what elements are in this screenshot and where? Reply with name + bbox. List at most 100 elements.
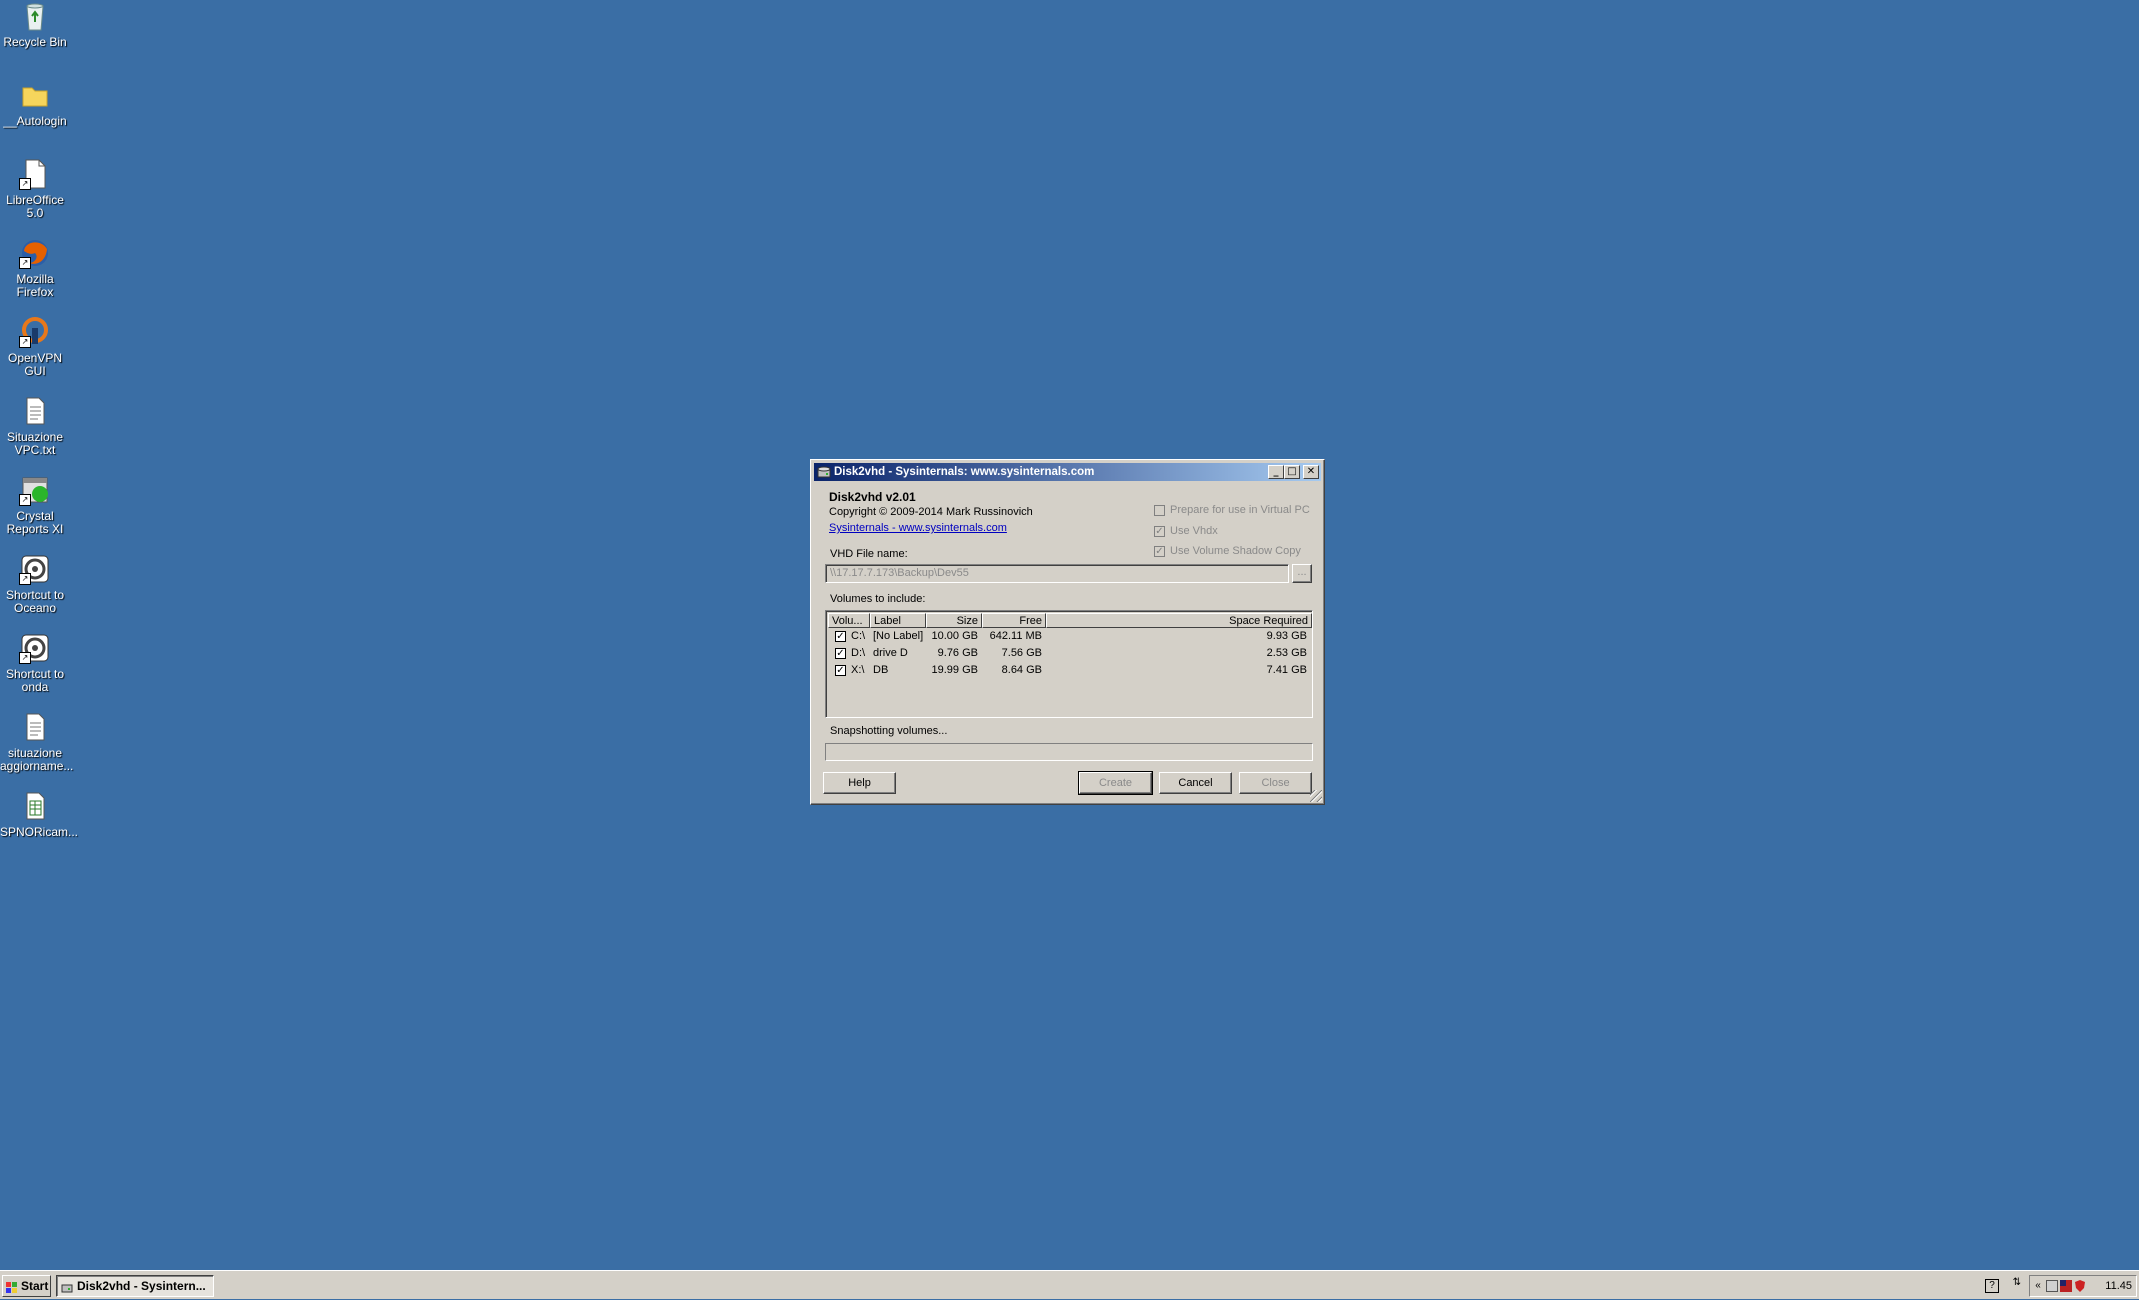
volumes-label: Volumes to include:	[830, 593, 926, 605]
desktop-icon-label: Recycle Bin	[3, 35, 67, 49]
document-icon: ↗	[19, 158, 51, 190]
disk-shortcut-icon: ↗	[19, 553, 51, 585]
system-tray: « 11.45	[2029, 1275, 2137, 1297]
column-header-label[interactable]: Label	[870, 613, 926, 628]
desktop-icon-crystal-reports[interactable]: ↗ Crystal Reports XI	[0, 474, 70, 536]
clock[interactable]: 11.45	[2105, 1276, 2132, 1296]
window-title: Disk2vhd - Sysinternals: www.sysinternal…	[834, 466, 1095, 478]
column-header-free[interactable]: Free	[982, 613, 1046, 628]
column-header-size[interactable]: Size	[926, 613, 982, 628]
shield-icon[interactable]	[2074, 1280, 2086, 1292]
progress-bar	[825, 743, 1313, 761]
maximize-button[interactable]: □	[1284, 465, 1300, 479]
spreadsheet-icon	[19, 790, 51, 822]
use-vss-label: Use Volume Shadow Copy	[1170, 545, 1301, 557]
volume-checkbox[interactable]: ✓	[835, 665, 846, 676]
desktop-icon-onda[interactable]: ↗ Shortcut to onda	[0, 632, 70, 694]
help-button[interactable]: Help	[823, 772, 896, 794]
start-button[interactable]: Start	[2, 1275, 51, 1297]
resize-grip[interactable]	[1310, 790, 1322, 802]
shortcut-arrow-icon: ↗	[19, 178, 31, 190]
text-file-icon	[19, 711, 51, 743]
desktop-icon-label: Shortcut to Oceano	[5, 588, 65, 615]
volume-cell: D:\	[851, 647, 866, 659]
close-button[interactable]: Close	[1239, 772, 1312, 794]
taskbar: Start Disk2vhd - Sysintern... ? ⇅ « 11.4…	[0, 1270, 2139, 1299]
volume-row[interactable]: ✓ D:\ drive D 9.76 GB 7.56 GB 2.53 GB	[828, 645, 1308, 662]
taskbar-item-label: Disk2vhd - Sysintern...	[77, 1279, 206, 1293]
desktop-icon-situazione-aggiornamento[interactable]: situazione aggiorname...	[0, 711, 74, 773]
volume-row[interactable]: ✓ C:\ [No Label] 10.00 GB 642.11 MB 9.93…	[828, 628, 1308, 645]
free-cell: 8.64 GB	[1001, 664, 1042, 676]
space-required-cell: 7.41 GB	[1266, 664, 1307, 676]
desktop-icon-label: Shortcut to onda	[5, 667, 65, 694]
use-vss-checkbox[interactable]: ✓	[1154, 546, 1165, 557]
label-cell: DB	[873, 664, 889, 676]
cancel-button[interactable]: Cancel	[1159, 772, 1232, 794]
desktop-icon-label: Situazione VPC.txt	[6, 430, 64, 457]
close-window-button[interactable]: ✕	[1303, 465, 1319, 479]
volumes-list-header: Volu... Label Size Free Space Required	[828, 613, 1312, 628]
network-icon[interactable]: ⇅	[2013, 1277, 2021, 1288]
prepare-virtual-pc-checkbox[interactable]	[1154, 505, 1165, 516]
title-bar[interactable]: Disk2vhd - Sysinternals: www.sysinternal…	[814, 463, 1321, 481]
close-icon: ✕	[1306, 466, 1316, 477]
desktop-icon-firefox[interactable]: ↗ Mozilla Firefox	[0, 237, 70, 299]
free-cell: 7.56 GB	[1001, 647, 1042, 659]
prepare-virtual-pc-label: Prepare for use in Virtual PC	[1170, 504, 1310, 516]
create-button[interactable]: Create	[1078, 771, 1153, 795]
size-cell: 9.76 GB	[937, 647, 978, 659]
desktop-icon-label: LibreOffice 5.0	[6, 193, 64, 220]
space-required-cell: 2.53 GB	[1266, 647, 1307, 659]
shortcut-arrow-icon: ↗	[19, 336, 31, 348]
desktop-icon-label: SPNORicam...	[0, 825, 79, 839]
app-name: Disk2vhd v2.01	[829, 490, 916, 504]
help-icon[interactable]: ?	[1985, 1279, 1999, 1293]
desktop-icon-label: situazione aggiorname...	[0, 746, 74, 773]
disk2vhd-app-icon	[817, 465, 831, 479]
use-vhdx-checkbox[interactable]: ✓	[1154, 526, 1165, 537]
windows-flag-icon	[6, 1280, 18, 1293]
size-cell: 10.00 GB	[931, 630, 978, 642]
maximize-icon: □	[1287, 466, 1297, 477]
space-required-cell: 9.93 GB	[1266, 630, 1307, 642]
chevron-left-icon[interactable]: «	[2032, 1280, 2044, 1292]
openvpn-icon: ↗	[19, 316, 51, 348]
desktop-icon-label: Mozilla Firefox	[16, 272, 54, 299]
desktop-icon-spnoricam[interactable]: SPNORicam...	[0, 790, 79, 839]
size-cell: 19.99 GB	[931, 664, 978, 676]
free-cell: 642.11 MB	[989, 630, 1042, 642]
desktop-icon-openvpn[interactable]: ↗ OpenVPN GUI	[0, 316, 70, 378]
sysinternals-link[interactable]: Sysinternals - www.sysinternals.com	[829, 522, 1007, 534]
use-vhdx-label: Use Vhdx	[1170, 525, 1218, 537]
disk2vhd-app-icon	[61, 1280, 73, 1293]
volumes-list[interactable]: Volu... Label Size Free Space Required ✓…	[825, 610, 1313, 718]
desktop-icon-autologin[interactable]: __Autologin	[0, 79, 70, 128]
crystal-reports-icon: ↗	[19, 474, 51, 506]
volume-checkbox[interactable]: ✓	[835, 648, 846, 659]
desktop-icon-libreoffice[interactable]: ↗ LibreOffice 5.0	[0, 158, 70, 220]
keyboard-icon[interactable]	[2046, 1280, 2058, 1292]
minimize-button[interactable]: _	[1268, 465, 1284, 479]
start-label: Start	[21, 1279, 49, 1293]
flag-icon[interactable]	[2060, 1280, 2072, 1292]
folder-icon	[19, 79, 51, 111]
desktop-icon-label: __Autologin	[3, 114, 67, 128]
status-text: Snapshotting volumes...	[830, 725, 948, 737]
desktop-icon-recycle-bin[interactable]: Recycle Bin	[0, 0, 70, 49]
vhd-file-name-input[interactable]: \\17.17.7.173\Backup\Dev55	[825, 564, 1289, 583]
desktop-icon-situazione-vpc[interactable]: Situazione VPC.txt	[0, 395, 70, 457]
minimize-icon: _	[1273, 466, 1279, 477]
column-header-volume[interactable]: Volu...	[828, 613, 870, 628]
shortcut-arrow-icon: ↗	[19, 573, 31, 585]
browse-button[interactable]: ...	[1292, 564, 1312, 583]
text-file-icon	[19, 395, 51, 427]
column-header-space-required[interactable]: Space Required	[1046, 613, 1312, 628]
taskbar-item-disk2vhd[interactable]: Disk2vhd - Sysintern...	[56, 1275, 214, 1297]
disk-shortcut-icon: ↗	[19, 632, 51, 664]
desktop-icon-oceano[interactable]: ↗ Shortcut to Oceano	[0, 553, 70, 615]
volume-row[interactable]: ✓ X:\ DB 19.99 GB 8.64 GB 7.41 GB	[828, 662, 1308, 679]
volume-cell: C:\	[851, 630, 866, 642]
volume-checkbox[interactable]: ✓	[835, 631, 846, 642]
shortcut-arrow-icon: ↗	[19, 257, 31, 269]
